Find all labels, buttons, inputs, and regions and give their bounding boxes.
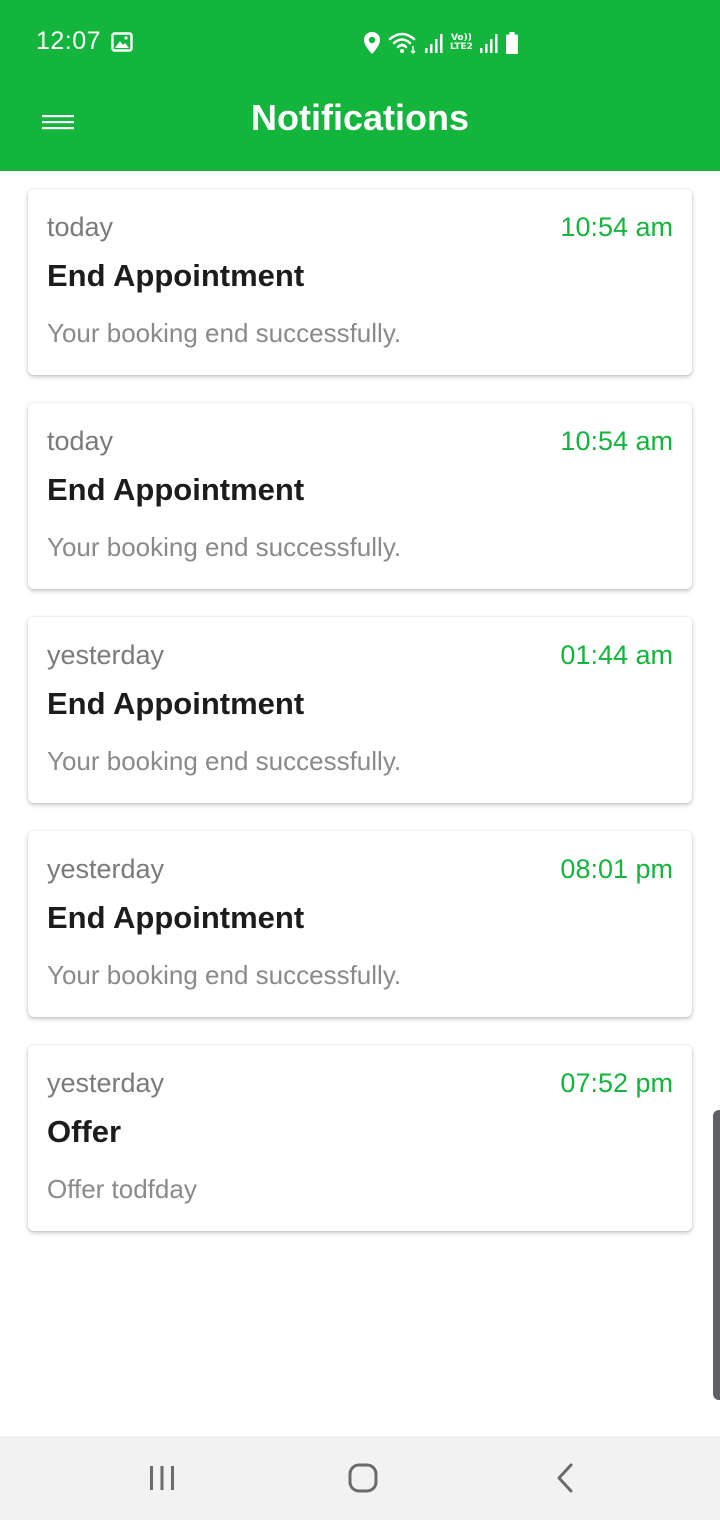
- gallery-icon: [111, 32, 133, 52]
- notification-card[interactable]: yesterday 01:44 am End Appointment Your …: [28, 617, 692, 803]
- status-bar: 12:07 Vo)) LTE2: [0, 0, 720, 86]
- status-time: 12:07: [36, 27, 102, 55]
- notification-time: 10:54 am: [560, 426, 673, 456]
- notification-time: 07:52 pm: [560, 1068, 673, 1098]
- notification-time: 08:01 pm: [560, 854, 673, 884]
- wifi-icon: [388, 32, 416, 54]
- system-nav-bar: [0, 1436, 720, 1520]
- notification-body: Offer todfday: [47, 1174, 197, 1204]
- notification-title: End Appointment: [47, 258, 305, 293]
- notification-title: End Appointment: [47, 900, 305, 935]
- battery-icon: [505, 32, 518, 54]
- back-icon: [557, 1463, 573, 1493]
- notification-day: yesterday: [47, 640, 165, 670]
- network-label-bottom: LTE2: [450, 42, 473, 52]
- top-header: 12:07 Vo)) LTE2 Notifications: [0, 0, 720, 171]
- notification-card[interactable]: yesterday 08:01 pm End Appointment Your …: [28, 831, 692, 1017]
- notification-body: Your booking end successfully.: [47, 960, 402, 990]
- signal-icon: [479, 34, 498, 53]
- recent-apps-button[interactable]: [122, 1450, 202, 1506]
- status-icons: Vo)) LTE2: [362, 28, 519, 58]
- notification-body: Your booking end successfully.: [47, 318, 402, 348]
- network-type-label: Vo)) LTE2: [450, 34, 473, 52]
- notification-card[interactable]: yesterday 07:52 pm Offer Offer todfday: [28, 1045, 692, 1231]
- notification-title: End Appointment: [47, 472, 305, 507]
- notification-time: 10:54 am: [560, 212, 673, 242]
- notification-day: today: [47, 426, 114, 456]
- notification-time: 01:44 am: [560, 640, 673, 670]
- notification-day: yesterday: [47, 854, 165, 884]
- notification-day: yesterday: [47, 1068, 165, 1098]
- recent-apps-icon: [150, 1466, 174, 1490]
- signal-icon: [425, 34, 443, 53]
- notification-card[interactable]: today 10:54 am End Appointment Your book…: [28, 403, 692, 589]
- home-button[interactable]: [323, 1450, 403, 1506]
- home-icon: [348, 1463, 378, 1493]
- notification-body: Your booking end successfully.: [47, 532, 402, 562]
- notification-title: End Appointment: [47, 686, 305, 721]
- notification-day: today: [47, 212, 114, 242]
- notification-card[interactable]: today 10:54 am End Appointment Your book…: [28, 189, 692, 375]
- back-button[interactable]: [525, 1450, 605, 1506]
- page-title: Notifications: [250, 97, 469, 138]
- notification-title: Offer: [47, 1114, 122, 1149]
- notification-list: today 10:54 am End Appointment Your book…: [0, 171, 720, 1241]
- edge-panel-handle[interactable]: [713, 1110, 720, 1400]
- location-icon: [364, 32, 380, 54]
- notification-body: Your booking end successfully.: [47, 746, 402, 776]
- app-bar: Notifications: [0, 86, 720, 171]
